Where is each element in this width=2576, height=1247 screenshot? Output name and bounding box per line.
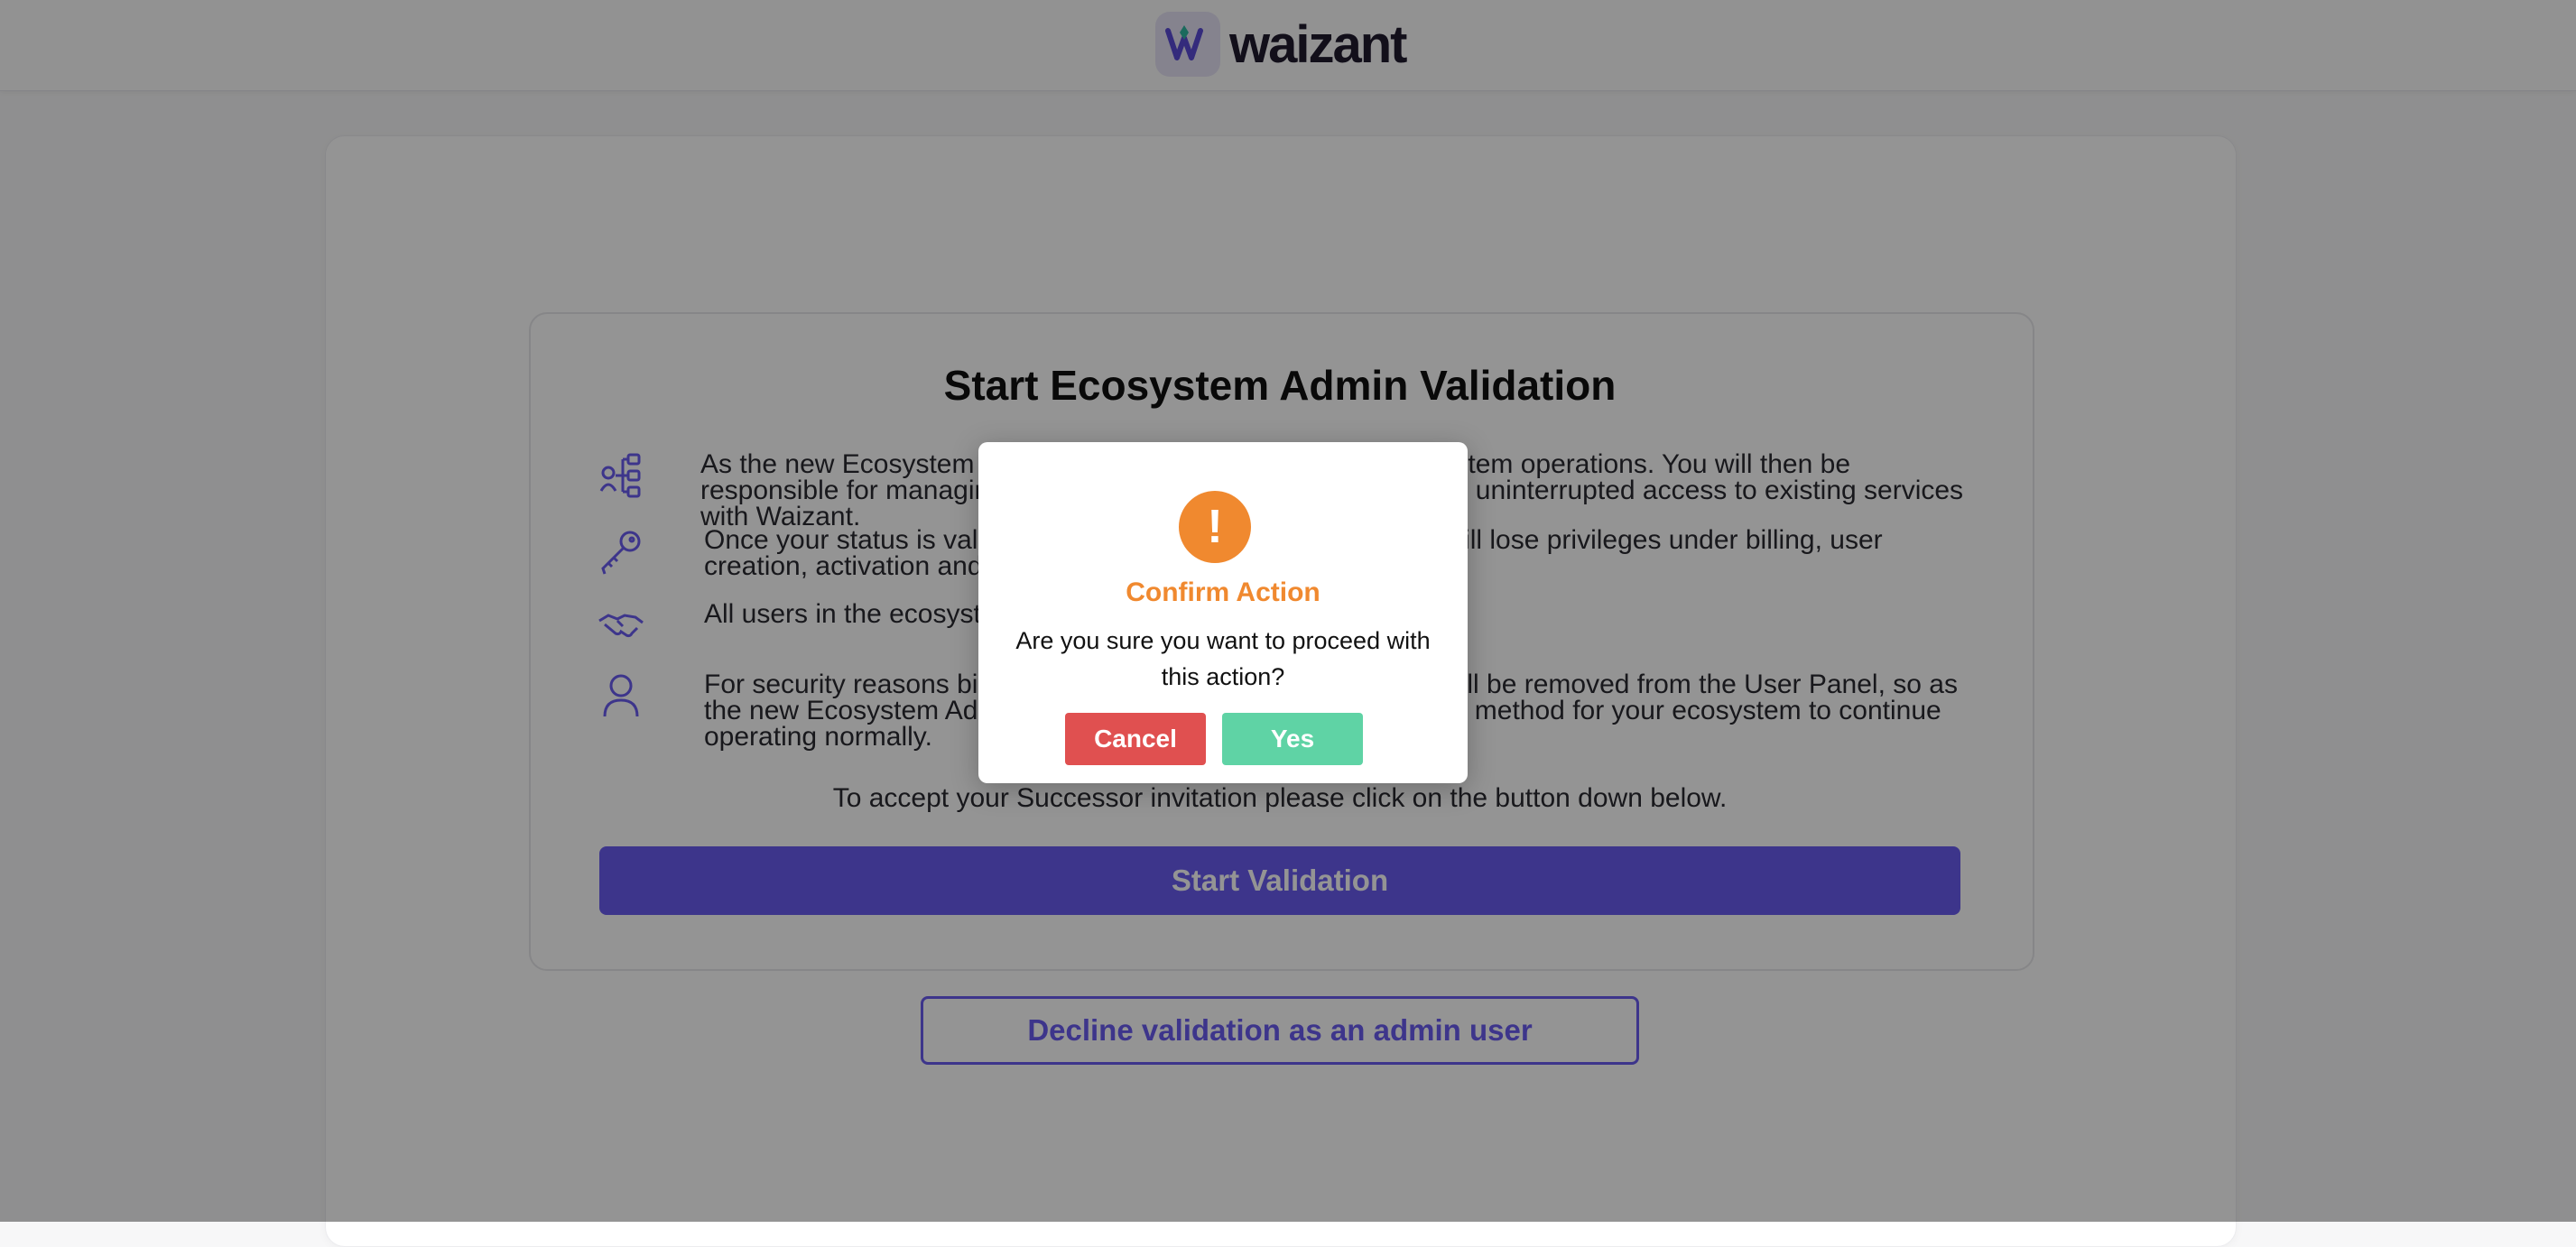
yes-button[interactable]: Yes bbox=[1222, 713, 1363, 765]
exclamation-icon: ! bbox=[1179, 491, 1251, 563]
dialog-message: Are you sure you want to proceed with th… bbox=[1015, 627, 1431, 690]
confirm-dialog: ! Confirm Action Are you sure you want t… bbox=[978, 442, 1468, 783]
dialog-title: Confirm Action bbox=[1126, 577, 1320, 607]
cancel-button[interactable]: Cancel bbox=[1065, 713, 1206, 765]
